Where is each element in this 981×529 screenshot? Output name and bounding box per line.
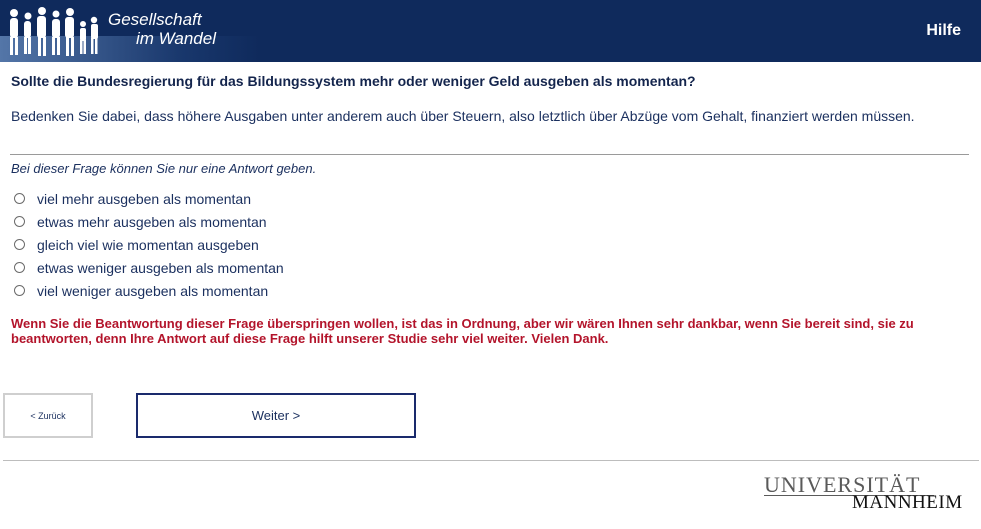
radio-button[interactable] [14, 262, 25, 273]
next-button[interactable]: Weiter > [136, 393, 416, 438]
university-logo: UNIVERSITÄT MANNHEIM [764, 474, 964, 514]
answer-option[interactable]: viel mehr ausgeben als momentan [14, 187, 284, 210]
site-logo: Gesellschaft im Wandel [108, 10, 216, 48]
header-bar: Gesellschaft im Wandel Hilfe [0, 0, 981, 62]
radio-button[interactable] [14, 193, 25, 204]
answer-option[interactable]: etwas mehr ausgeben als momentan [14, 210, 284, 233]
footer-divider [3, 460, 979, 461]
logo-line1: Gesellschaft [108, 10, 202, 29]
question-hint: Bedenken Sie dabei, dass höhere Ausgaben… [11, 108, 915, 124]
help-link[interactable]: Hilfe [926, 22, 961, 40]
question-title: Sollte die Bundesregierung für das Bildu… [11, 73, 696, 89]
answer-options: viel mehr ausgeben als momentan etwas me… [14, 187, 284, 302]
option-label: etwas weniger ausgeben als momentan [37, 259, 284, 276]
answer-instruction: Bei dieser Frage können Sie nur eine Ant… [11, 161, 317, 176]
radio-button[interactable] [14, 285, 25, 296]
answer-option[interactable]: viel weniger ausgeben als momentan [14, 279, 284, 302]
option-label: gleich viel wie momentan ausgeben [37, 236, 259, 253]
answer-option[interactable]: etwas weniger ausgeben als momentan [14, 256, 284, 279]
option-label: viel mehr ausgeben als momentan [37, 190, 252, 207]
back-button[interactable]: < Zurück [3, 393, 93, 438]
option-label: viel weniger ausgeben als momentan [37, 282, 269, 299]
logo-mannheim: MANNHEIM [852, 492, 963, 513]
option-label: etwas mehr ausgeben als momentan [37, 213, 267, 230]
answer-option[interactable]: gleich viel wie momentan ausgeben [14, 233, 284, 256]
people-silhouettes-icon [10, 7, 98, 56]
radio-button[interactable] [14, 239, 25, 250]
logo-line2: im Wandel [136, 29, 216, 48]
divider [10, 154, 969, 155]
skip-notice: Wenn Sie die Beantwortung dieser Frage ü… [11, 316, 914, 346]
radio-button[interactable] [14, 216, 25, 227]
